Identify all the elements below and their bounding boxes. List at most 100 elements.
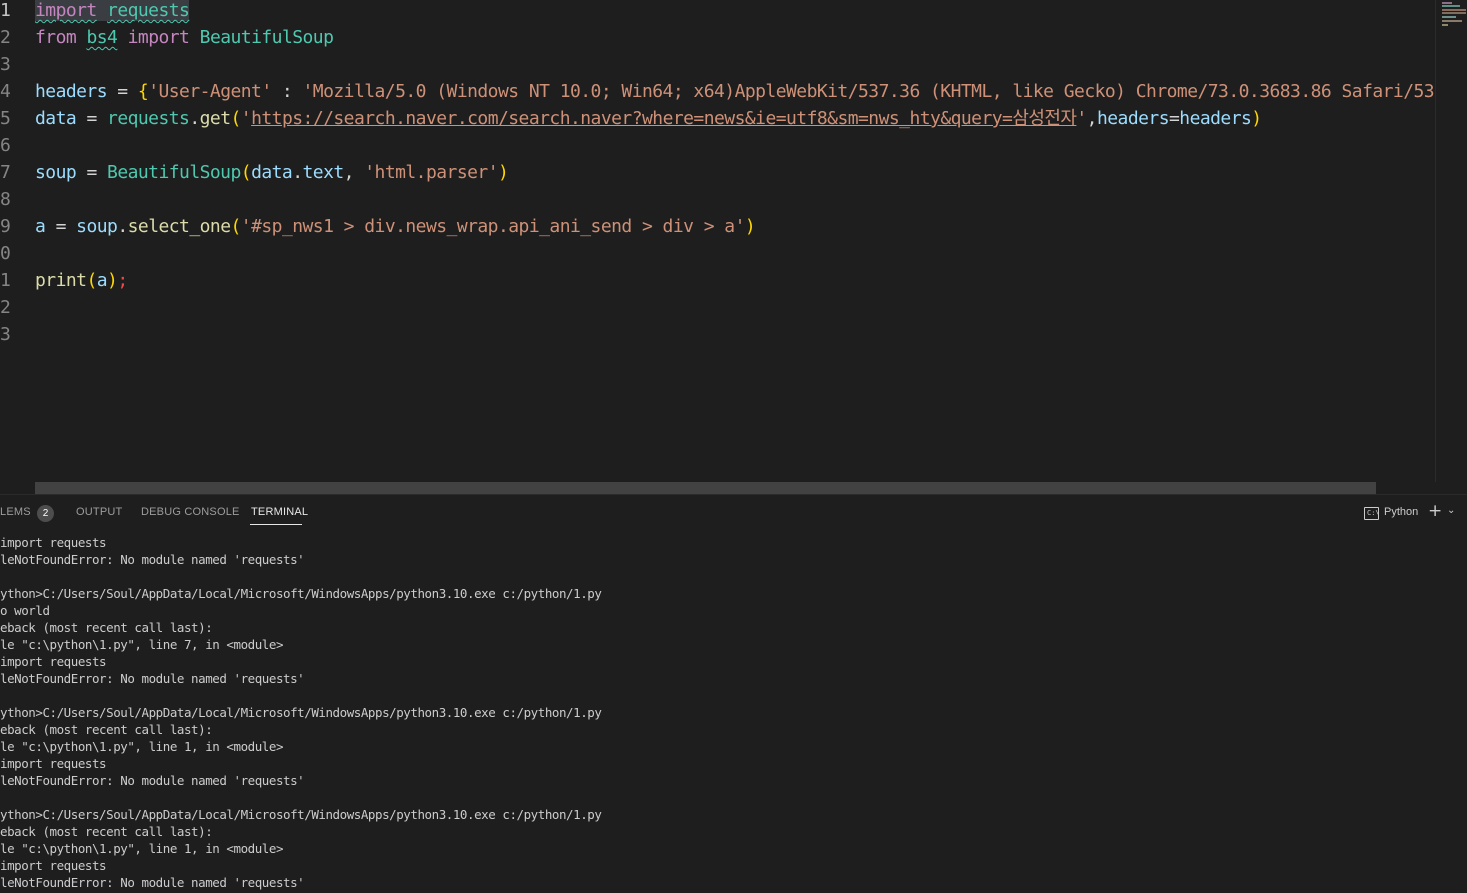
attribute-token: text (302, 162, 345, 183)
line-number: 7 (0, 162, 11, 183)
string-token: ' (240, 108, 252, 129)
terminal-line: le "c:\python\1.py", line 1, in <module> (0, 739, 284, 754)
minimap-line (1442, 2, 1452, 4)
terminal-line: leNotFoundError: No module named 'reques… (0, 773, 305, 788)
brace-token: ( (230, 216, 242, 237)
terminal-line: eback (most recent call last): (0, 620, 213, 635)
line-number: 2 (0, 27, 11, 48)
brace-token: { (137, 81, 149, 102)
variable-token: a (96, 270, 108, 291)
code-line-4[interactable]: headers = {'User-Agent' : 'Mozilla/5.0 (… (35, 81, 1435, 108)
line-number: 6 (0, 135, 11, 156)
operator-token: : (271, 81, 303, 102)
brace-token: ( (230, 108, 242, 129)
keyword-token: import (35, 0, 97, 21)
operator-token: = (107, 81, 138, 102)
keyword-token: import (127, 27, 190, 48)
panel-tab-bar: LEMS 2 OUTPUT DEBUG CONSOLE TERMINAL C:\… (0, 495, 1467, 533)
minimap-line (1442, 12, 1466, 14)
variable-token: soup (76, 216, 118, 237)
tab-problems[interactable]: LEMS (0, 506, 31, 518)
tab-debug-console[interactable]: DEBUG CONSOLE (141, 506, 240, 518)
operator-token: , (1086, 108, 1098, 129)
terminal-line: o world (0, 603, 50, 618)
operator-token: = (76, 108, 108, 129)
terminal-icon[interactable]: C:\ (1364, 507, 1380, 520)
terminal-line: leNotFoundError: No module named 'reques… (0, 875, 305, 890)
tab-terminal[interactable]: TERMINAL (251, 506, 308, 518)
terminal-line: eback (most recent call last): (0, 722, 213, 737)
code-line-11[interactable]: print(a); (35, 270, 128, 297)
terminal-line: ython>C:/Users/Soul/AppData/Local/Micros… (0, 705, 602, 720)
module-token: requests (107, 0, 190, 21)
minimap-line (1442, 9, 1466, 11)
module-token: bs4 (86, 27, 118, 48)
line-number: 3 (0, 324, 11, 345)
function-token: print (35, 270, 87, 291)
terminal-line: import requests (0, 535, 107, 550)
keyword-token: from (35, 27, 77, 48)
tab-output[interactable]: OUTPUT (76, 506, 122, 518)
url-link[interactable]: https://search.naver.com/search.naver?wh… (251, 108, 1077, 129)
function-token: get (199, 108, 231, 129)
operator-token: = (1168, 108, 1180, 129)
module-token: requests (107, 108, 190, 129)
line-number: 2 (0, 297, 11, 318)
terminal-line: leNotFoundError: No module named 'reques… (0, 671, 305, 686)
terminal-line: ython>C:/Users/Soul/AppData/Local/Micros… (0, 586, 602, 601)
code-line-5[interactable]: data = requests.get('https://search.nave… (35, 108, 1262, 135)
line-number: 8 (0, 189, 11, 210)
operator-token: , (343, 162, 365, 183)
semicolon-token: ; (117, 270, 128, 291)
terminal-line: import requests (0, 654, 107, 669)
minimap-line (1442, 20, 1462, 22)
operator-token: . (189, 108, 200, 129)
active-tab-indicator (250, 524, 302, 525)
code-line-2[interactable]: from bs4 import BeautifulSoup (35, 27, 334, 54)
string-token: '#sp_nws1 > div.news_wrap.api_ani_send >… (240, 216, 746, 237)
brace-token: ) (107, 270, 118, 291)
minimap[interactable] (1435, 0, 1467, 482)
line-number: 4 (0, 81, 11, 102)
problems-count-badge: 2 (37, 505, 54, 522)
terminal-line: eback (most recent call last): (0, 824, 213, 839)
terminal-line: ython>C:/Users/Soul/AppData/Local/Micros… (0, 807, 602, 822)
line-number: 0 (0, 243, 11, 264)
code-line-1[interactable]: import requests (35, 0, 190, 27)
variable-token: soup (35, 162, 77, 183)
terminal-line: import requests (0, 858, 107, 873)
variable-token: headers (35, 81, 108, 102)
horizontal-scrollbar[interactable] (35, 482, 1376, 494)
operator-token: . (292, 162, 303, 183)
terminal-line: import requests (0, 756, 107, 771)
plus-icon[interactable]: + (1428, 501, 1442, 521)
terminal-line: leNotFoundError: No module named 'reques… (0, 552, 305, 567)
operator-token: = (76, 162, 108, 183)
line-number: 5 (0, 108, 11, 129)
variable-token: headers (1179, 108, 1252, 129)
brace-token: ( (86, 270, 97, 291)
minimap-line (1442, 5, 1460, 7)
string-token: 'Mozilla/5.0 (Windows NT 10.0; Win64; x6… (302, 81, 1435, 102)
line-number: 3 (0, 54, 11, 75)
string-token: 'html.parser' (364, 162, 498, 183)
minimap-line (1442, 16, 1456, 18)
brace-token: ) (1251, 108, 1262, 129)
chevron-down-icon[interactable]: ⌄ (1447, 505, 1455, 516)
class-token: BeautifulSoup (107, 162, 241, 183)
function-token: select_one (127, 216, 231, 237)
minimap-line (1442, 24, 1448, 26)
operator-token: . (117, 216, 128, 237)
code-line-9[interactable]: a = soup.select_one('#sp_nws1 > div.news… (35, 216, 756, 243)
code-editor[interactable]: 1 2 3 4 5 6 7 8 9 0 1 2 3 import request… (0, 0, 1435, 482)
brace-token: ) (744, 216, 756, 237)
terminal-icon-glyph: C:\ (1367, 509, 1380, 517)
line-number: 9 (0, 216, 11, 237)
terminal-profile-label[interactable]: Python (1384, 506, 1418, 518)
brace-token: ( (240, 162, 252, 183)
code-line-7[interactable]: soup = BeautifulSoup(data.text, 'html.pa… (35, 162, 509, 189)
parameter-token: headers (1096, 108, 1170, 129)
line-number: 1 (0, 270, 11, 291)
string-token: ' (1076, 108, 1087, 129)
